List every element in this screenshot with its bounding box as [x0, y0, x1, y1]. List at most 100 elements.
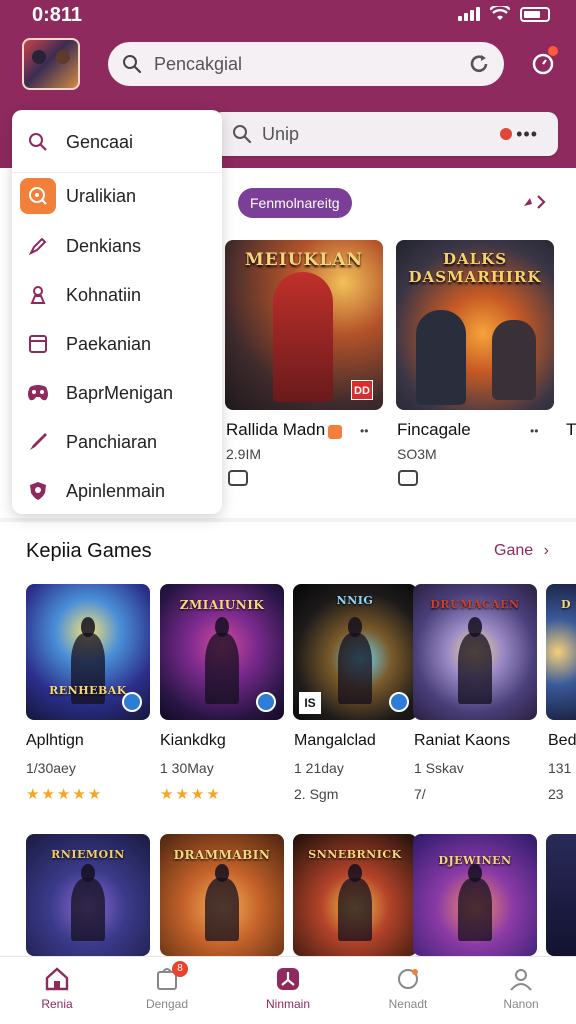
- person-icon: [26, 283, 50, 307]
- game-size: SO3M: [397, 446, 437, 462]
- card-more-button[interactable]: ••: [360, 424, 368, 438]
- game-name[interactable]: Mangalclad: [294, 732, 376, 750]
- brush-icon: [26, 430, 50, 454]
- download-icon[interactable]: [228, 470, 248, 486]
- game-card[interactable]: SNNEBRNICK: [293, 834, 417, 956]
- game-name[interactable]: Kiankdkg: [160, 732, 226, 750]
- menu-item-2[interactable]: Denkians: [12, 226, 222, 266]
- game-card[interactable]: D: [546, 584, 576, 720]
- game-art-figure: [337, 863, 373, 942]
- game-name[interactable]: Ti: [566, 420, 576, 440]
- nav-badge: 8: [172, 961, 188, 977]
- menu-item-4[interactable]: Paekanian: [12, 324, 222, 364]
- game-art-figure: [416, 310, 466, 405]
- search-input[interactable]: Pencakgial: [154, 54, 468, 75]
- game-card[interactable]: RENHEBAK: [26, 584, 150, 720]
- more-button[interactable]: •••: [516, 124, 538, 145]
- game-card[interactable]: DJEWINEN: [413, 834, 537, 956]
- card-more-button[interactable]: ••: [530, 424, 538, 438]
- menu-item-5[interactable]: BaprMenigan: [12, 373, 222, 413]
- search-bar[interactable]: Pencakgial: [108, 42, 504, 86]
- game-art-title: DRUMACAEN: [430, 598, 520, 611]
- menu-item-label: Denkians: [66, 235, 142, 256]
- menu-item-1[interactable]: Uralikian: [12, 176, 222, 216]
- status-time: 0:811: [32, 4, 83, 26]
- menu-divider: [12, 172, 222, 173]
- game-card[interactable]: DRUMACAEN: [413, 584, 537, 720]
- game-card[interactable]: NNIG IS: [293, 584, 417, 720]
- menu-item-label: Gencaai: [66, 131, 134, 152]
- game-art-figure: [457, 863, 493, 942]
- game-art-title: DRAMMABIN: [173, 848, 271, 862]
- menu-item-3[interactable]: Kohnatiin: [12, 275, 222, 315]
- game-art-title: NNIG: [336, 594, 374, 607]
- menu-item-label: BaprMenigan: [66, 382, 174, 403]
- download-icon[interactable]: [398, 470, 418, 486]
- nav-item-profile[interactable]: Nanon: [476, 965, 566, 1011]
- status-icons: [458, 6, 550, 22]
- menu-item-label: Kohnatiin: [66, 284, 142, 305]
- menu-item-label: Apinlenmain: [66, 480, 166, 501]
- search-icon: [233, 125, 252, 144]
- search-icon: [123, 55, 142, 74]
- secondary-search-input[interactable]: Unip: [262, 124, 500, 145]
- category-pill[interactable]: Fenmolnareitg: [238, 188, 352, 218]
- game-size: 2. Sgm: [294, 786, 339, 802]
- game-art-title: DALKS DASMARHIRK: [408, 250, 542, 286]
- game-art-figure: [273, 272, 333, 402]
- menu-item-6[interactable]: Panchiaran: [12, 422, 222, 462]
- nav-item-home[interactable]: Renia: [12, 965, 102, 1011]
- game-badge: DD: [351, 380, 373, 400]
- refresh-icon[interactable]: [468, 53, 490, 75]
- game-card[interactable]: DRAMMABIN: [160, 834, 284, 956]
- bottom-nav: Renia 8 Dengad Ninmain Nenadt Nanon: [0, 956, 576, 1024]
- profile-icon: [476, 965, 566, 993]
- nav-label: Renia: [41, 997, 73, 1011]
- wifi-icon: [490, 6, 510, 20]
- game-name[interactable]: Bed: [548, 732, 576, 750]
- game-name[interactable]: Aplhtign: [26, 732, 84, 750]
- game-name[interactable]: Raniat Kaons: [414, 732, 510, 750]
- pen-icon: [26, 234, 50, 258]
- star-rating: ★★★★: [160, 786, 222, 803]
- game-meta: 131: [548, 760, 572, 776]
- game-meta: 1 21day: [294, 760, 344, 776]
- game-card[interactable]: [546, 834, 576, 956]
- search-icon: [26, 130, 50, 154]
- game-art-figure: [70, 863, 106, 942]
- game-card[interactable]: RNIEMOIN: [26, 834, 150, 956]
- game-badge: IS: [299, 692, 321, 714]
- gamepad-icon: [26, 381, 50, 405]
- game-art-figure: [204, 863, 240, 942]
- section-see-all-link[interactable]: Gane ›: [494, 542, 549, 560]
- home-icon: [12, 965, 102, 993]
- game-art-figure: [492, 320, 536, 400]
- nav-label: Nenadt: [388, 997, 428, 1011]
- star-rating: ★★★★★: [26, 786, 104, 803]
- featured-game-card[interactable]: DALKS DASMARHIRK: [396, 240, 554, 410]
- verified-badge: [122, 692, 142, 712]
- menu-item-0[interactable]: Gencaai: [12, 122, 222, 162]
- menu-item-label: Uralikian: [66, 185, 137, 206]
- nav-item-chat[interactable]: Nenadt: [363, 965, 453, 1011]
- menu-item-7[interactable]: Apinlenmain: [12, 471, 222, 511]
- hot-icon: [328, 425, 342, 439]
- nav-item-store[interactable]: 8 Dengad: [122, 961, 212, 1011]
- chevron-right-icon: [524, 195, 546, 209]
- game-name[interactable]: Rallida Madn: [226, 420, 325, 440]
- game-art-figure: [337, 617, 373, 704]
- signal-icon: [458, 7, 480, 21]
- game-card[interactable]: ZMIAIUNIK: [160, 584, 284, 720]
- nav-item-discover[interactable]: Ninmain: [243, 965, 333, 1011]
- notification-dot: [548, 46, 558, 56]
- avatar[interactable]: [22, 38, 80, 90]
- game-meta: 1 30May: [160, 760, 214, 776]
- secondary-search-bar[interactable]: Unip •••: [212, 112, 558, 156]
- verified-badge: [389, 692, 409, 712]
- game-name[interactable]: Fincagale: [397, 420, 471, 440]
- featured-game-card[interactable]: MEIUKLAN DD: [225, 240, 383, 410]
- nav-label: Dengad: [145, 997, 189, 1011]
- game-size: 23: [548, 786, 564, 802]
- featured-more-button[interactable]: [520, 192, 548, 217]
- notification-button[interactable]: [526, 46, 560, 80]
